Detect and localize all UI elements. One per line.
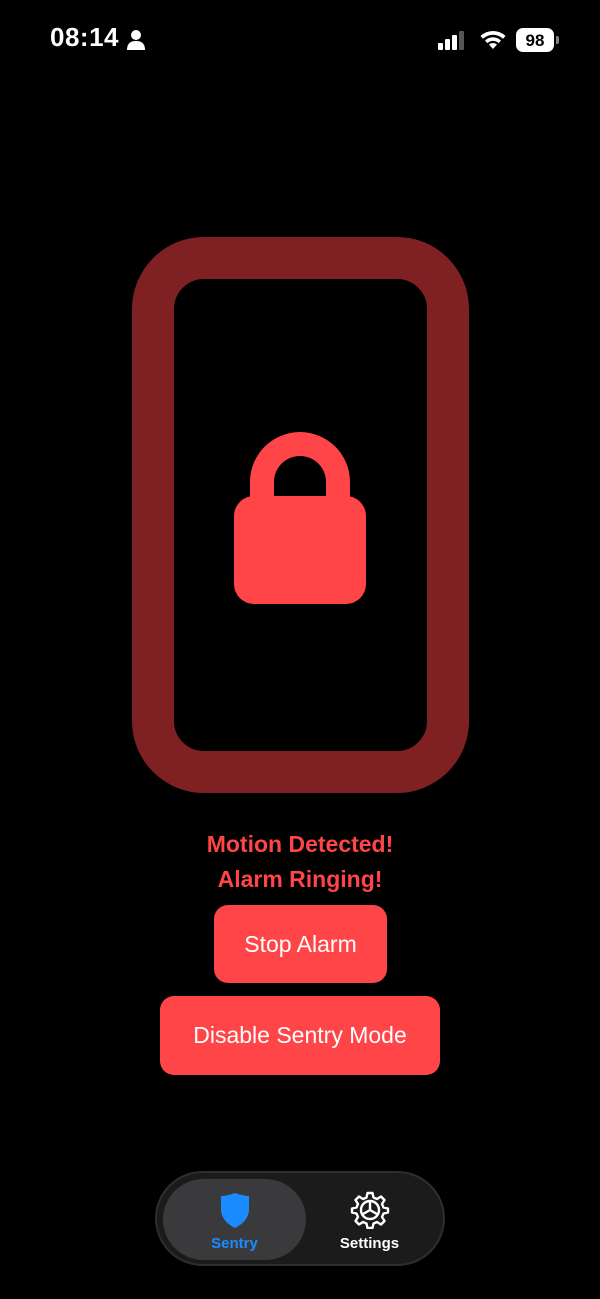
battery-level: 98 — [525, 30, 545, 50]
tab-sentry-label: Sentry — [211, 1235, 258, 1252]
battery-body: 98 — [516, 28, 554, 52]
motion-detected-text: Motion Detected! — [206, 831, 394, 857]
stop-alarm-button[interactable]: Stop Alarm — [214, 905, 387, 983]
battery-cap — [556, 36, 559, 44]
status-bar: 08:14 98 — [0, 0, 600, 80]
battery-indicator: 98 — [516, 28, 560, 52]
shield-icon — [220, 1193, 249, 1228]
lock-icon — [234, 432, 366, 604]
tab-settings-label: Settings — [339, 1235, 400, 1252]
wifi-icon — [480, 30, 506, 49]
tab-sentry[interactable]: Sentry — [163, 1179, 306, 1260]
cellular-signal-icon — [438, 31, 464, 50]
gear-icon — [350, 1191, 389, 1229]
tab-bar: Sentry Settings — [155, 1171, 445, 1266]
status-time: 08:14 — [50, 22, 119, 52]
person-icon — [127, 30, 145, 50]
tab-settings[interactable]: Settings — [298, 1179, 441, 1260]
disable-sentry-mode-button[interactable]: Disable Sentry Mode — [160, 996, 440, 1075]
alarm-ringing-text: Alarm Ringing! — [217, 866, 383, 892]
